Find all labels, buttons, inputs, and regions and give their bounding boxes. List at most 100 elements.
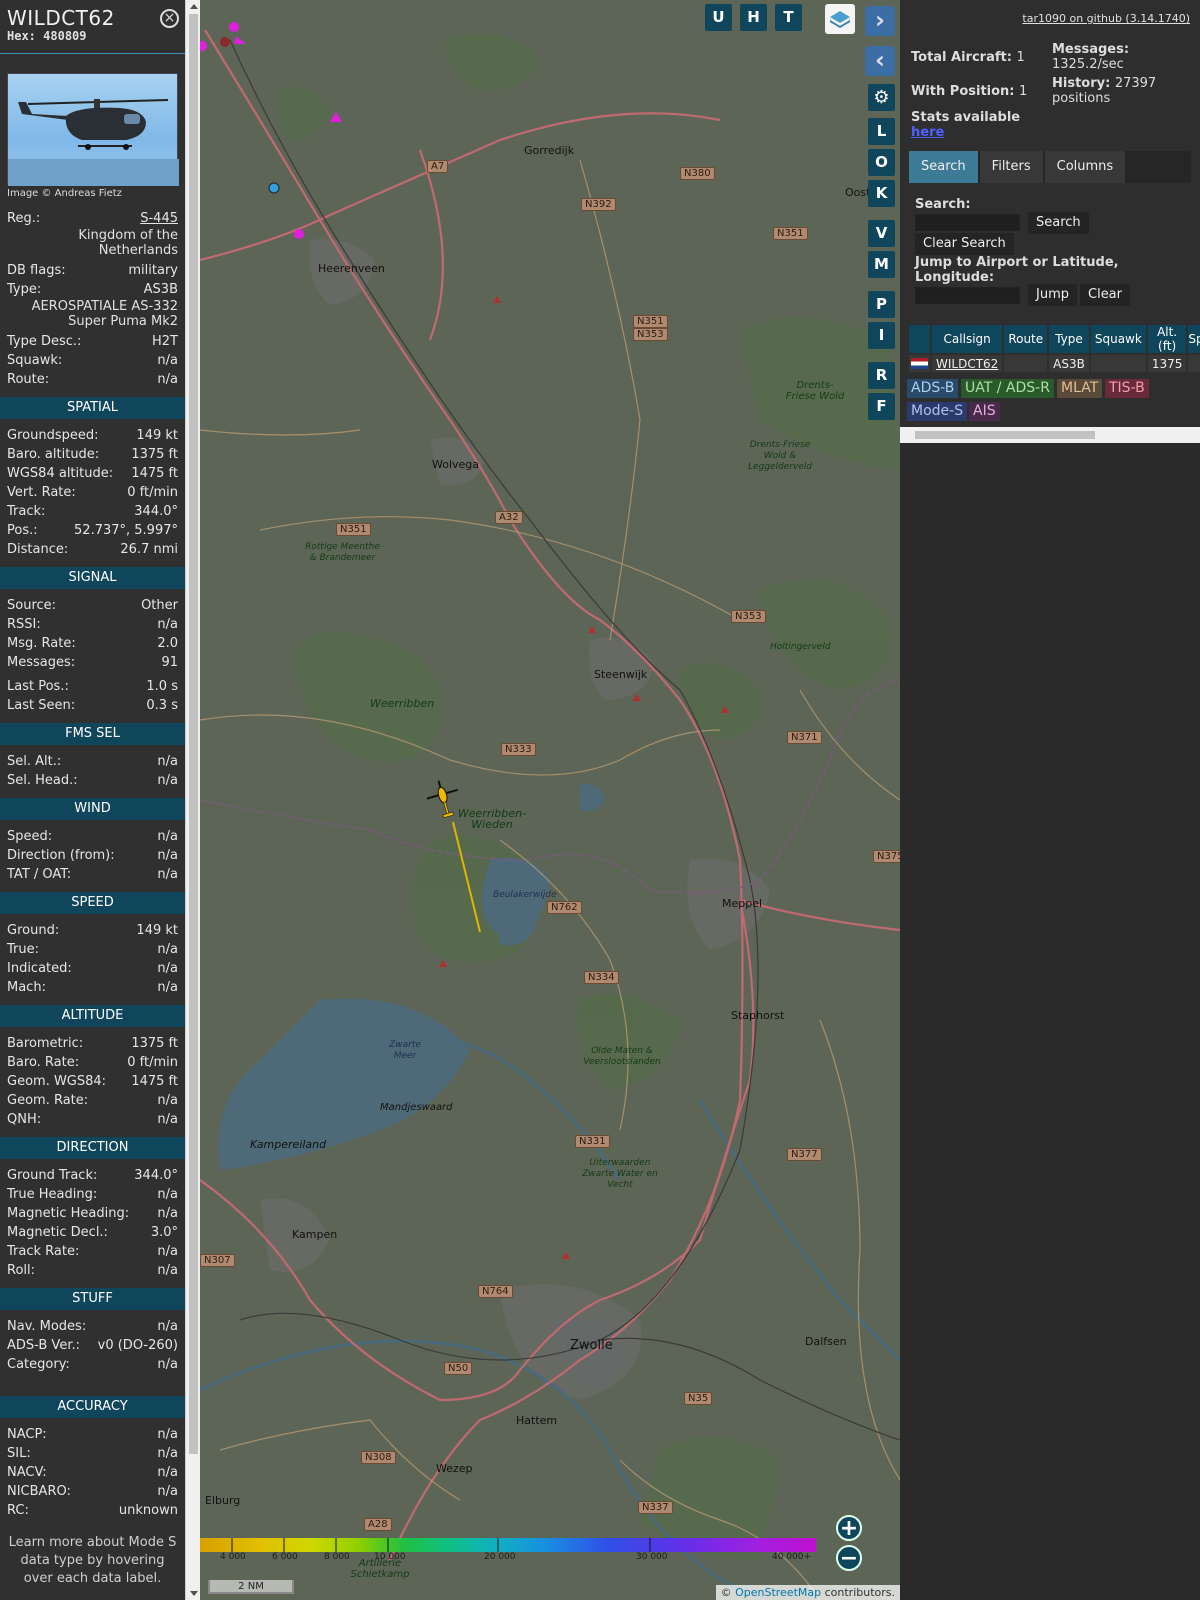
table-row[interactable]: WILDCT62 AS3B 1375 — [909, 355, 1200, 372]
jump-button[interactable]: Jump — [1028, 284, 1077, 306]
info-label[interactable]: RC: — [7, 1501, 29, 1520]
side-button-v[interactable]: V — [868, 220, 895, 247]
aircraft-photo[interactable] — [7, 73, 179, 186]
info-label[interactable]: Direction (from): — [7, 846, 115, 865]
info-label[interactable]: Baro. Rate: — [7, 1053, 79, 1072]
info-value: n/a — [157, 754, 178, 769]
info-label[interactable]: Mach: — [7, 978, 46, 997]
info-label[interactable]: NACP: — [7, 1425, 47, 1444]
info-label[interactable]: Roll: — [7, 1261, 35, 1280]
info-label[interactable]: ADS-B Ver.: — [7, 1336, 80, 1355]
info-row: Speed: n/a — [0, 827, 185, 846]
side-button-r[interactable]: R — [868, 362, 895, 389]
info-label[interactable]: Magnetic Heading: — [7, 1204, 129, 1223]
aircraft-marker-magenta[interactable] — [328, 110, 344, 126]
info-label[interactable]: Nav. Modes: — [7, 1317, 86, 1336]
info-label[interactable]: Geom. Rate: — [7, 1091, 88, 1110]
stats-link[interactable]: here — [911, 125, 1020, 140]
tab-columns[interactable]: Columns — [1044, 151, 1126, 183]
side-button-o[interactable]: O — [868, 149, 895, 176]
search-button[interactable]: Search — [1028, 212, 1089, 234]
layers-glyph — [830, 11, 850, 28]
github-link[interactable]: tar1090 on github (3.14.1740) — [1022, 12, 1190, 25]
col-flag[interactable] — [909, 325, 930, 353]
side-button-i[interactable]: I — [868, 322, 895, 349]
jump-input[interactable] — [915, 287, 1020, 304]
info-label[interactable]: Msg. Rate: — [7, 634, 76, 653]
col-type[interactable]: Type — [1049, 325, 1089, 353]
search-input[interactable] — [915, 214, 1020, 231]
col-altitude[interactable]: Alt. (ft) — [1147, 325, 1187, 353]
clear-button[interactable]: Clear — [1080, 284, 1130, 306]
info-label[interactable]: Pos.: — [7, 521, 38, 540]
col-squawk[interactable]: Squawk — [1090, 325, 1146, 353]
info-label[interactable]: Track: — [7, 502, 45, 521]
info-label[interactable]: NICBARO: — [7, 1482, 71, 1501]
info-label[interactable]: Barometric: — [7, 1034, 83, 1053]
toolbar-button-u[interactable]: U — [705, 4, 732, 31]
row-callsign[interactable]: WILDCT62 — [932, 355, 1003, 372]
layers-icon[interactable] — [825, 4, 855, 34]
info-label[interactable]: TAT / OAT: — [7, 865, 71, 884]
side-button-p[interactable]: P — [868, 291, 895, 318]
horizontal-scroll-thumb[interactable] — [915, 431, 1095, 439]
info-label[interactable]: WGS84 altitude: — [7, 464, 113, 483]
scroll-up-arrow-icon[interactable] — [190, 4, 198, 9]
info-label[interactable]: True Heading: — [7, 1185, 97, 1204]
col-callsign[interactable]: Callsign — [932, 325, 1003, 353]
close-icon[interactable]: × — [160, 9, 179, 28]
tab-filters[interactable]: Filters — [979, 151, 1043, 183]
info-label[interactable]: Distance: — [7, 540, 68, 559]
info-label[interactable]: Speed: — [7, 827, 52, 846]
left-panel-scrollbar[interactable] — [185, 0, 200, 1600]
info-label[interactable]: SIL: — [7, 1444, 31, 1463]
col-speed[interactable]: Sp — [1188, 325, 1200, 353]
settings-gear-icon[interactable]: ⚙ — [868, 84, 895, 111]
info-label[interactable]: Category: — [7, 1355, 70, 1374]
expand-right-icon[interactable]: › — [865, 6, 895, 36]
info-label[interactable]: Ground Track: — [7, 1166, 97, 1185]
tab-search[interactable]: Search — [909, 151, 978, 183]
info-label[interactable]: Vert. Rate: — [7, 483, 76, 502]
side-button-l[interactable]: L — [868, 118, 895, 145]
collapse-left-icon[interactable]: ‹ — [865, 46, 895, 76]
info-label[interactable]: Messages: — [7, 653, 75, 672]
scrollbar-thumb[interactable] — [189, 14, 198, 1454]
info-value: n/a — [157, 1112, 178, 1127]
attribution-link[interactable]: OpenStreetMap — [735, 1586, 821, 1599]
info-label[interactable]: NACV: — [7, 1463, 47, 1482]
info-row: Track Rate: n/a — [0, 1242, 185, 1261]
info-label[interactable]: Last Seen: — [7, 696, 75, 715]
info-label[interactable]: QNH: — [7, 1110, 41, 1129]
clear-search-button[interactable]: Clear Search — [915, 233, 1014, 255]
info-label[interactable]: Ground: — [7, 921, 59, 940]
info-label[interactable]: Magnetic Decl.: — [7, 1223, 108, 1242]
toolbar-button-t[interactable]: T — [775, 4, 802, 31]
side-button-f[interactable]: F — [868, 393, 895, 420]
table-horizontal-scrollbar[interactable] — [900, 427, 1200, 443]
col-route[interactable]: Route — [1004, 325, 1048, 353]
toolbar-button-h[interactable]: H — [740, 4, 767, 31]
info-label[interactable]: Source: — [7, 596, 56, 615]
info-label[interactable]: RSSI: — [7, 615, 41, 634]
info-label[interactable]: Baro. altitude: — [7, 445, 99, 464]
aircraft-markers-cluster[interactable] — [200, 0, 260, 60]
side-button-k[interactable]: K — [868, 180, 895, 207]
info-label[interactable]: Geom. WGS84: — [7, 1072, 106, 1091]
info-label[interactable]: Sel. Head.: — [7, 771, 78, 790]
zoom-in-icon[interactable]: + — [836, 1515, 862, 1541]
aircraft-marker-blue[interactable] — [268, 182, 280, 194]
zoom-out-icon[interactable]: − — [836, 1545, 862, 1571]
side-button-m[interactable]: M — [868, 251, 895, 278]
info-label[interactable]: True: — [7, 940, 39, 959]
map-canvas[interactable]: Gorredijk Heerenveen Wolvega Steenwijk M… — [200, 0, 900, 1600]
info-label[interactable]: Last Pos.: — [7, 677, 69, 696]
info-label[interactable]: Sel. Alt.: — [7, 752, 61, 771]
reg-link[interactable]: S-445 — [140, 209, 178, 228]
aircraft-marker-pink[interactable] — [293, 228, 305, 240]
info-label[interactable]: Groundspeed: — [7, 426, 98, 445]
info-row: Geom. Rate: n/a — [0, 1091, 185, 1110]
info-label[interactable]: Indicated: — [7, 959, 72, 978]
info-label[interactable]: Track Rate: — [7, 1242, 79, 1261]
scroll-down-arrow-icon[interactable] — [190, 1591, 198, 1596]
